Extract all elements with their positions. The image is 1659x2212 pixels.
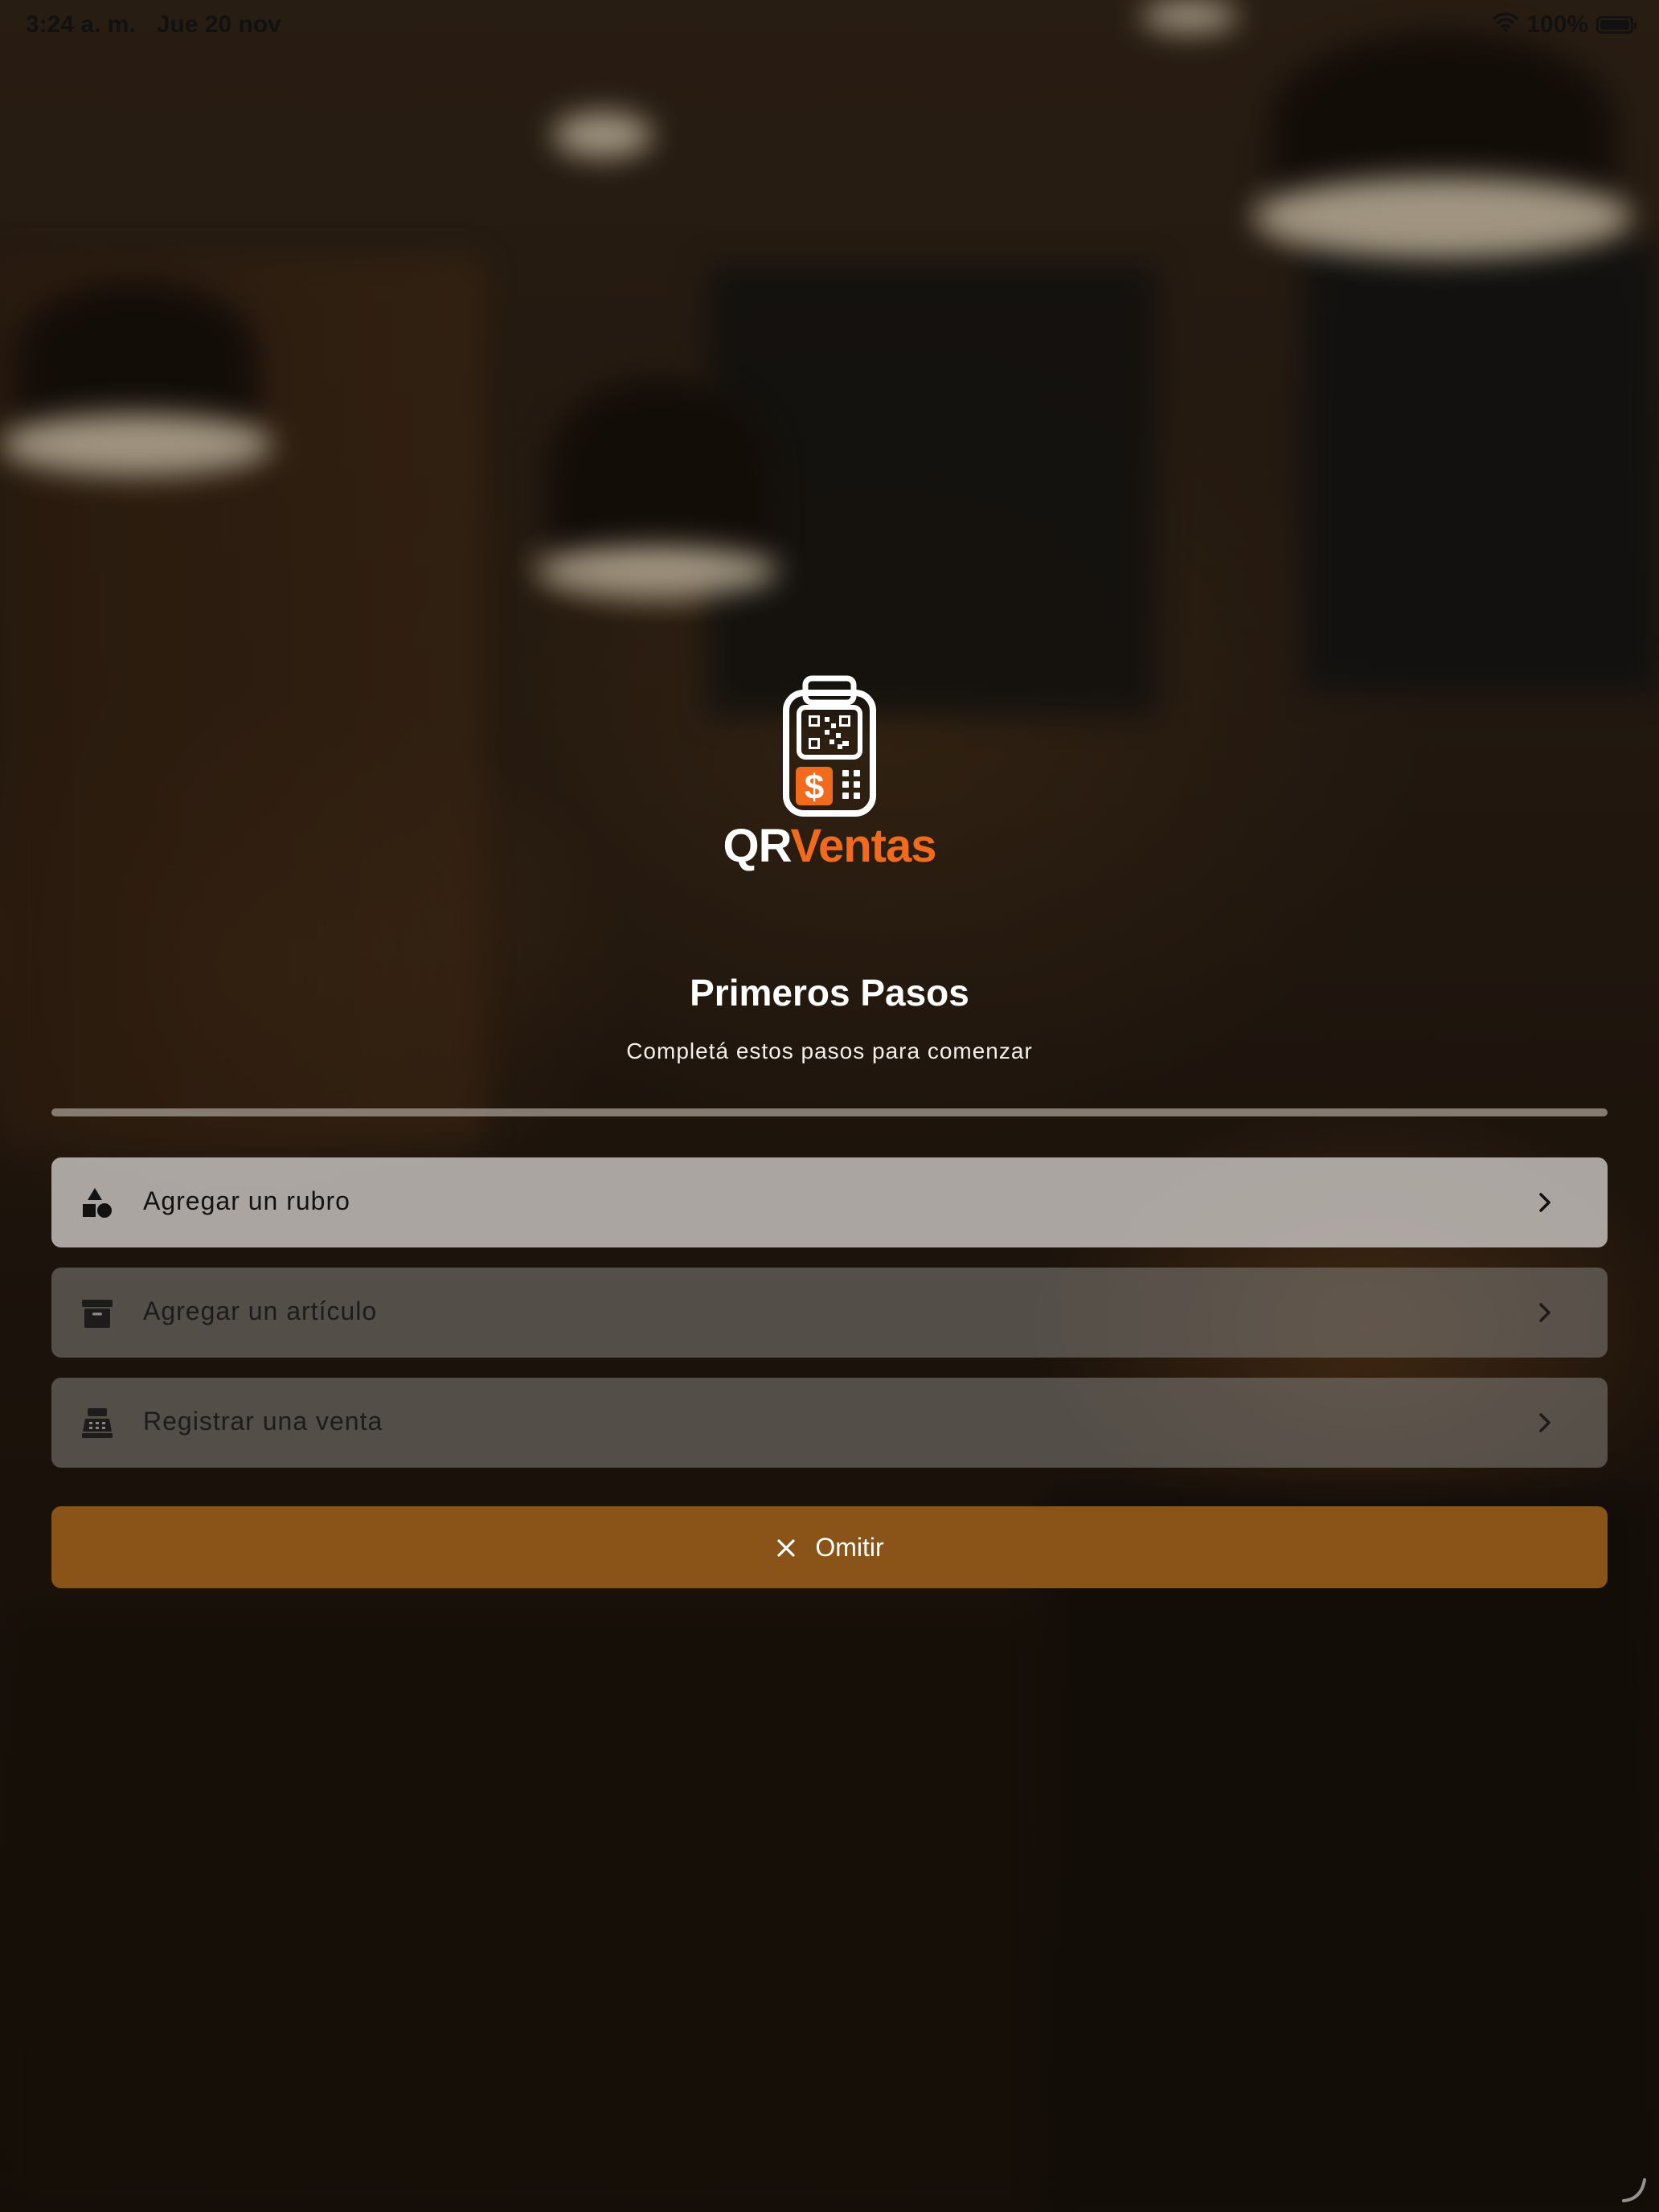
step-label: Agregar un rubro — [143, 1186, 350, 1215]
status-date: Jue 20 nov — [156, 11, 281, 38]
skip-button[interactable]: Omitir — [51, 1506, 1608, 1588]
step-add-article[interactable]: Agregar un artículo — [51, 1268, 1608, 1358]
step-register-sale[interactable]: Registrar una venta — [51, 1378, 1608, 1468]
chevron-right-icon — [1530, 1188, 1559, 1217]
shapes-icon — [80, 1186, 114, 1220]
status-bar: 3:24 a. m. Jue 20 nov 100% — [0, 0, 1659, 51]
cash-register-icon — [80, 1407, 114, 1440]
status-time: 3:24 a. m. — [26, 11, 136, 38]
resize-handle-icon — [1619, 2175, 1648, 2204]
page-subtitle: Completá estos pasos para comenzar — [626, 1038, 1033, 1063]
skip-button-label: Omitir — [815, 1532, 884, 1562]
step-label: Agregar un artículo — [143, 1296, 378, 1325]
wifi-icon — [1493, 11, 1519, 39]
onboarding-progress-bar — [51, 1108, 1608, 1116]
battery-icon — [1596, 16, 1636, 34]
app-logo-wordmark: QRVentas — [723, 820, 937, 872]
logo-text-ventas: Ventas — [790, 820, 936, 872]
step-label: Registrar una venta — [143, 1407, 383, 1436]
onboarding-steps-list: Agregar un rubro Agregar un artículo Reg… — [51, 1157, 1608, 1488]
logo-text-qr: QR — [723, 820, 792, 872]
battery-percent: 100% — [1526, 11, 1588, 38]
page-title: Primeros Pasos — [690, 972, 969, 1014]
step-add-category[interactable]: Agregar un rubro — [51, 1157, 1608, 1247]
archive-box-icon — [80, 1296, 114, 1330]
chevron-right-icon — [1530, 1298, 1559, 1327]
qr-terminal-icon: $ — [783, 675, 876, 817]
cafe-background-image — [0, 0, 1659, 2212]
svg-text:$: $ — [805, 768, 824, 807]
close-icon — [775, 1536, 797, 1559]
chevron-right-icon — [1530, 1408, 1559, 1437]
app-logo: $ QRVentas — [720, 674, 939, 875]
